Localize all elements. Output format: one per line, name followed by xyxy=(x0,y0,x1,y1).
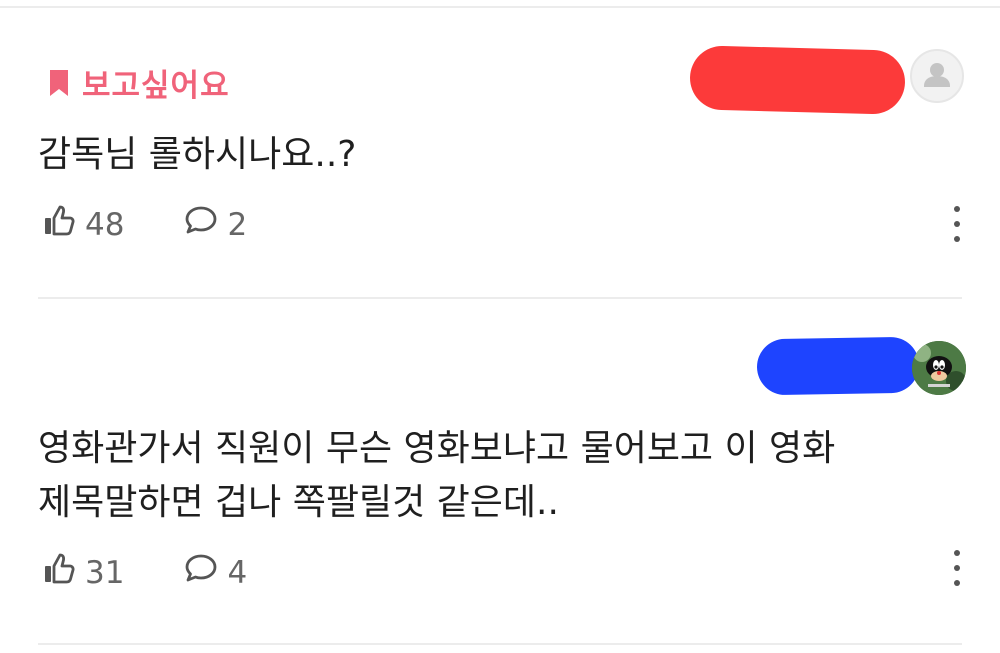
reply-count: 4 xyxy=(227,555,248,591)
bookmark-icon xyxy=(48,69,70,97)
divider xyxy=(38,643,962,645)
want-to-see-badge: 보고싶어요 xyxy=(48,60,230,105)
comment-actions: 48 2 xyxy=(42,204,247,246)
reply-button[interactable]: 2 xyxy=(184,204,247,246)
comment-text: 감독님 롤하시나요..? xyxy=(38,134,357,175)
more-vertical-icon[interactable] xyxy=(946,206,968,242)
default-user-icon[interactable] xyxy=(910,49,964,103)
thumbs-up-icon xyxy=(42,552,76,594)
badge-label: 보고싶어요 xyxy=(82,68,230,104)
reply-count: 2 xyxy=(227,207,248,243)
redacted-username xyxy=(756,336,920,396)
redacted-username xyxy=(689,45,906,115)
like-button[interactable]: 31 xyxy=(42,552,124,594)
divider xyxy=(38,297,962,299)
comment-text: 영화관가서 직원이 무슨 영화보냐고 물어보고 이 영화 제목말하면 겁나 쪽팔… xyxy=(38,428,836,523)
more-vertical-icon[interactable] xyxy=(946,550,968,586)
speech-bubble-icon xyxy=(184,552,218,594)
speech-bubble-icon xyxy=(184,204,218,246)
like-button[interactable]: 48 xyxy=(42,204,124,246)
comment-actions: 31 4 xyxy=(42,552,247,594)
comment-item: 영화관가서 직원이 무슨 영화보냐고 물어보고 이 영화 제목말하면 겁나 쪽팔… xyxy=(0,300,1000,645)
thumbs-up-icon xyxy=(42,204,76,246)
like-count: 31 xyxy=(85,555,125,591)
comment-item: 보고싶어요 감독님 롤하시나요..? 48 2 xyxy=(0,8,1000,300)
like-count: 48 xyxy=(85,207,125,243)
cartoon-avatar[interactable] xyxy=(912,341,966,395)
reply-button[interactable]: 4 xyxy=(184,552,247,594)
